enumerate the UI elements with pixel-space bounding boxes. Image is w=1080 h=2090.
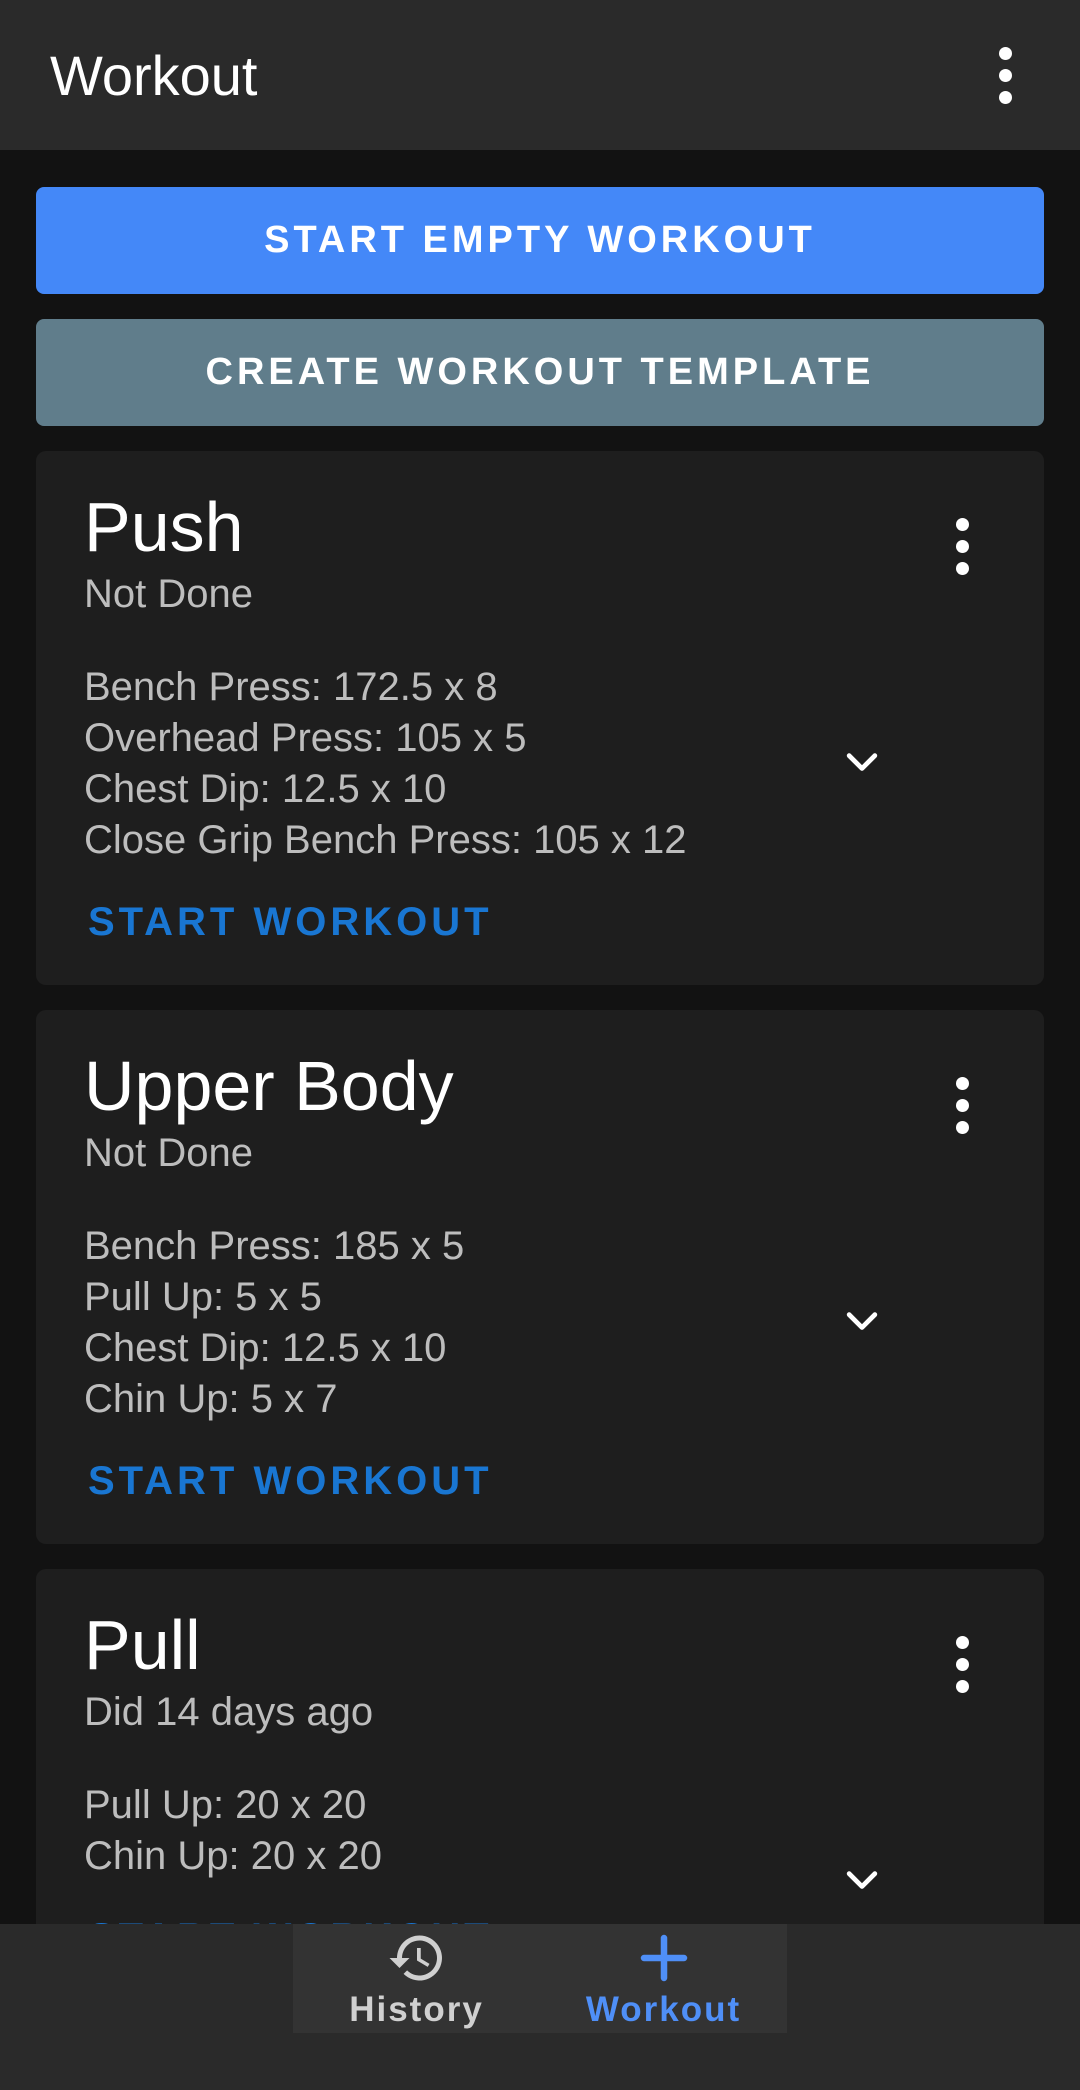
chevron-down-icon[interactable] — [840, 741, 884, 785]
chevron-down-icon[interactable] — [840, 1859, 884, 1903]
template-title: Push — [84, 488, 244, 566]
start-workout-button[interactable]: START WORKOUT — [88, 900, 493, 945]
plus-icon — [640, 1934, 687, 1981]
nav-label-history: History — [349, 1989, 484, 2029]
more-vert-icon[interactable] — [942, 1070, 982, 1140]
app-bar: Workout — [0, 0, 1080, 150]
template-title: Pull — [84, 1606, 201, 1684]
start-workout-button[interactable]: START WORKOUT — [88, 1916, 493, 1924]
bottom-navigation: History Workout — [293, 1924, 787, 2033]
exercise-item: Bench Press: 172.5 x 8 — [84, 665, 498, 709]
exercise-item: Pull Up: 20 x 20 — [84, 1783, 367, 1827]
workout-list[interactable]: START EMPTY WORKOUT CREATE WORKOUT TEMPL… — [36, 187, 1044, 1924]
template-status: Did 14 days ago — [84, 1690, 374, 1734]
more-vert-icon[interactable] — [942, 511, 982, 581]
start-empty-workout-button[interactable]: START EMPTY WORKOUT — [36, 187, 1044, 294]
create-workout-template-button[interactable]: CREATE WORKOUT TEMPLATE — [36, 319, 1044, 426]
start-workout-button[interactable]: START WORKOUT — [88, 1459, 493, 1504]
nav-label-workout: Workout — [585, 1989, 742, 2029]
template-card-pull[interactable]: Pull Did 14 days ago Pull Up: 20 x 20 Ch… — [36, 1569, 1044, 1924]
template-card-push[interactable]: Push Not Done Bench Press: 172.5 x 8 Ove… — [36, 451, 1044, 985]
app-root: Workout START EMPTY WORKOUT CREATE WORKO… — [0, 0, 1080, 2090]
template-status: Not Done — [84, 572, 253, 616]
template-title: Upper Body — [84, 1047, 454, 1125]
app-title: Workout — [50, 43, 258, 107]
more-vert-icon[interactable] — [942, 1629, 982, 1699]
template-card-upper-body[interactable]: Upper Body Not Done Bench Press: 185 x 5… — [36, 1010, 1044, 1544]
exercise-item: Close Grip Bench Press: 105 x 12 — [84, 818, 687, 862]
history-icon — [389, 1935, 442, 1980]
exercise-item: Chin Up: 5 x 7 — [84, 1377, 338, 1421]
nav-item-workout[interactable]: Workout — [540, 1924, 787, 2033]
chevron-down-icon[interactable] — [840, 1300, 884, 1344]
template-status: Not Done — [84, 1131, 253, 1175]
exercise-item: Bench Press: 185 x 5 — [84, 1224, 465, 1268]
more-vert-icon[interactable] — [980, 35, 1030, 115]
nav-item-history[interactable]: History — [293, 1924, 540, 2033]
